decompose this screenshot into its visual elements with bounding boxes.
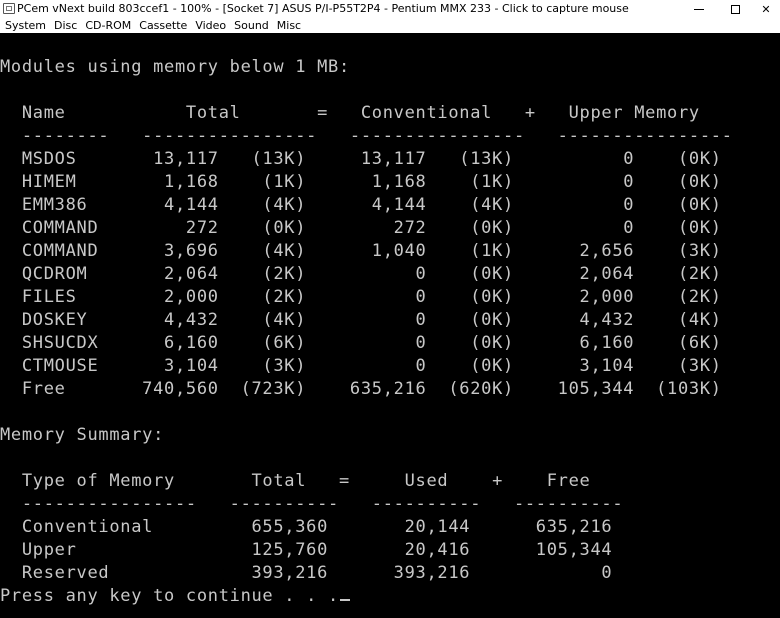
- summary-separator: ---------------- ---------- ---------- -…: [0, 494, 624, 514]
- heading-memory-summary: Memory Summary:: [0, 425, 165, 445]
- emulator-window: PCem vNext build 803ccef1 - 100% - [Sock…: [0, 0, 780, 618]
- menu-cd-rom[interactable]: CD-ROM: [81, 18, 135, 33]
- module-row: COMMAND 3,696 (4K) 1,040 (1K) 2,656 (3K): [0, 241, 722, 261]
- modules-separator: -------- ---------------- --------------…: [0, 126, 733, 146]
- minimize-button[interactable]: [681, 0, 717, 18]
- menu-misc[interactable]: Misc: [273, 18, 305, 33]
- module-row: FILES 2,000 (2K) 0 (0K) 2,000 (2K): [0, 287, 722, 307]
- menu-sound[interactable]: Sound: [230, 18, 273, 33]
- summary-row: Conventional 655,360 20,144 635,216: [0, 517, 613, 537]
- window-title: PCem vNext build 803ccef1 - 100% - [Sock…: [17, 2, 629, 15]
- title-bar[interactable]: PCem vNext build 803ccef1 - 100% - [Sock…: [0, 0, 780, 18]
- close-icon: ✕: [761, 2, 771, 16]
- maximize-icon: [730, 4, 740, 14]
- module-row: EMM386 4,144 (4K) 4,144 (4K) 0 (0K): [0, 195, 722, 215]
- menu-disc[interactable]: Disc: [50, 18, 81, 33]
- close-button[interactable]: ✕: [748, 0, 780, 18]
- summary-header: Type of Memory Total = Used + Free: [0, 471, 591, 491]
- module-row: QCDROM 2,064 (2K) 0 (0K) 2,064 (2K): [0, 264, 722, 284]
- module-row: MSDOS 13,117 (13K) 13,117 (13K) 0 (0K): [0, 149, 722, 169]
- heading-modules: Modules using memory below 1 MB:: [0, 57, 350, 77]
- module-row: SHSUCDX 6,160 (6K) 0 (0K) 6,160 (6K): [0, 333, 722, 353]
- summary-row: Reserved 393,216 393,216 0: [0, 563, 613, 583]
- text-cursor: [339, 599, 350, 601]
- menu-system[interactable]: System: [0, 18, 50, 33]
- minimize-icon: [694, 8, 704, 10]
- module-row: CTMOUSE 3,104 (3K) 0 (0K) 3,104 (3K): [0, 356, 722, 376]
- prompt-text: Press any key to continue . . .: [0, 586, 339, 606]
- menu-video[interactable]: Video: [191, 18, 230, 33]
- emulator-screen[interactable]: Modules using memory below 1 MB: Name To…: [0, 33, 780, 618]
- module-row: HIMEM 1,168 (1K) 1,168 (1K) 0 (0K): [0, 172, 722, 192]
- module-row: DOSKEY 4,432 (4K) 0 (0K) 4,432 (4K): [0, 310, 722, 330]
- modules-header: Name Total = Conventional + Upper Memory: [0, 103, 700, 123]
- module-row-free: Free 740,560 (723K) 635,216 (620K) 105,3…: [0, 379, 722, 399]
- menu-cassette[interactable]: Cassette: [135, 18, 191, 33]
- prompt-line: Press any key to continue . . .: [0, 585, 350, 608]
- app-icon: [3, 3, 15, 14]
- summary-row: Upper 125,760 20,416 105,344: [0, 540, 613, 560]
- menu-bar: System Disc CD-ROM Cassette Video Sound …: [0, 18, 780, 33]
- module-row: COMMAND 272 (0K) 272 (0K) 0 (0K): [0, 218, 722, 238]
